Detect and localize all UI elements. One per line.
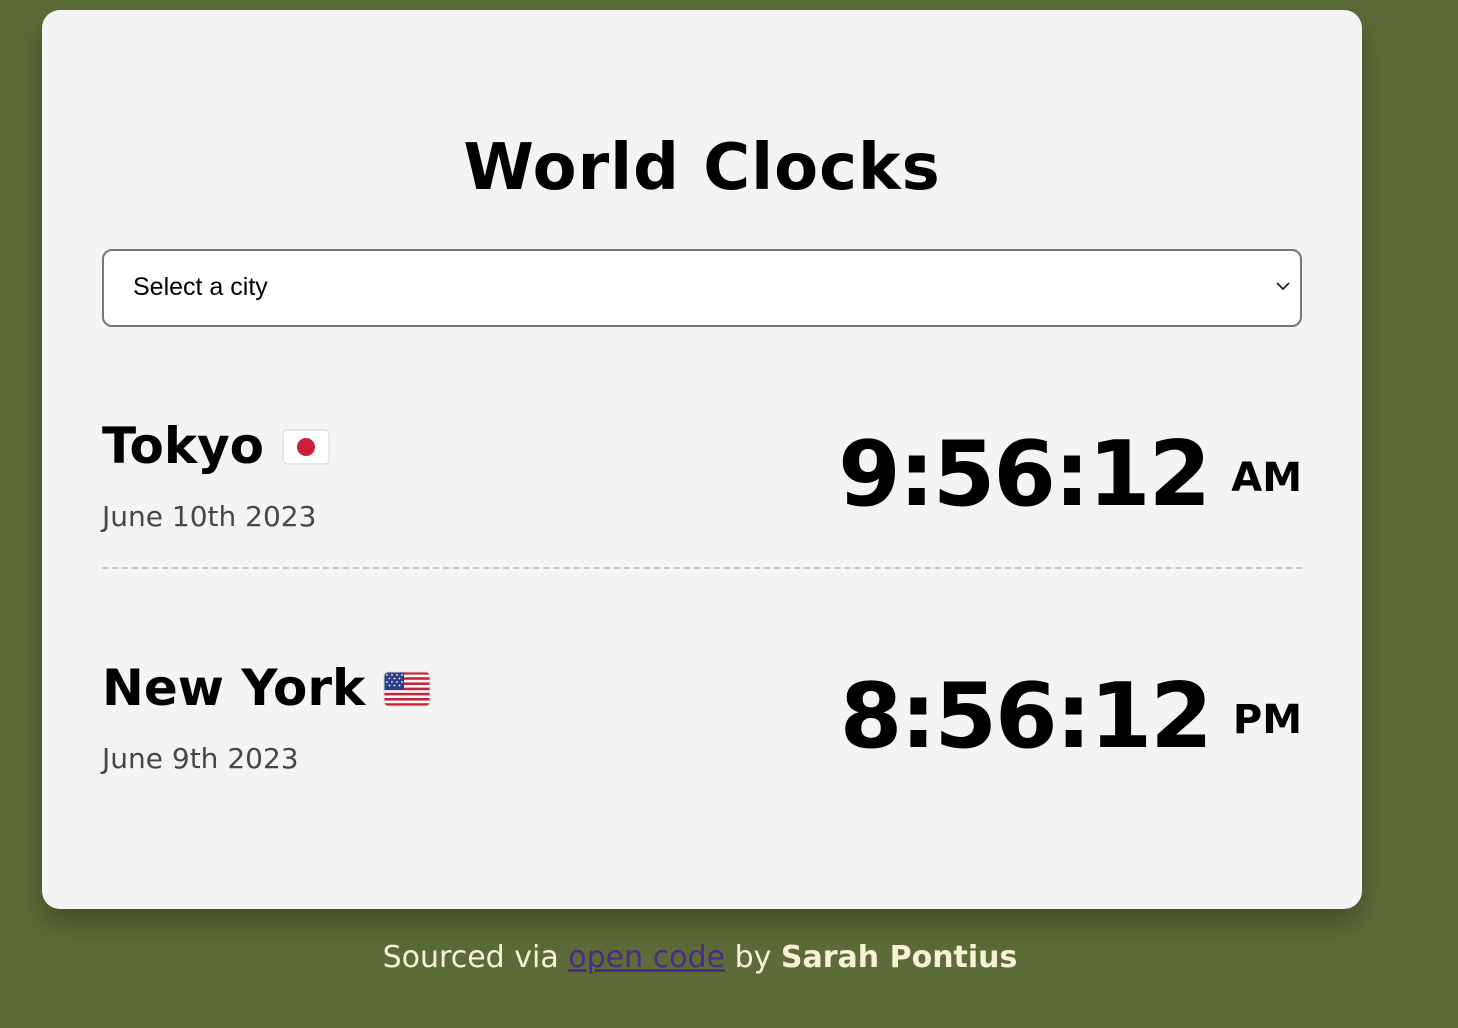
footer-credit: Sourced via open code by Sarah Pontius [0,940,1400,975]
footer-prefix: Sourced via [382,940,559,975]
us-flag-icon [383,671,431,706]
clock-row-tokyo: Tokyo June 10th 2023 9:56:12 AM [102,405,1302,565]
japan-flag-icon [282,429,330,464]
time-digits: 9:56:12 [838,422,1211,527]
time-digits: 8:56:12 [839,664,1213,769]
city-name: New York [102,659,366,717]
chevron-down-icon [1276,282,1290,291]
time-period: AM [1231,455,1302,501]
footer-by: by [734,940,772,975]
page-title: World Clocks [463,131,941,205]
time-period: PM [1232,697,1302,743]
footer-author: Sarah Pontius [780,940,1018,975]
row-divider [102,567,1302,569]
clock-time: 9:56:12 AM [838,415,1302,535]
city-date: June 9th 2023 [102,742,299,775]
city-select-value: Select a city [133,273,268,301]
city-select[interactable]: Select a city [102,249,1302,327]
city-name: Tokyo [102,417,265,475]
open-code-link[interactable]: open code [568,940,725,975]
clock-time: 8:56:12 PM [840,657,1302,777]
world-clocks-card: World Clocks Select a city Tokyo June 10… [42,10,1362,909]
city-date: June 10th 2023 [102,500,317,533]
clock-row-new-york: New York June 9th 2023 8:56:12 PM [102,647,1302,807]
